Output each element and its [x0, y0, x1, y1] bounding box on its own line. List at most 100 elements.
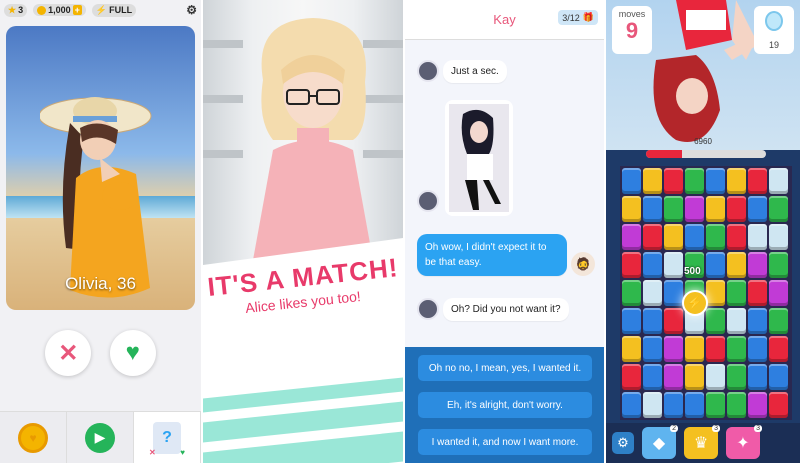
board-tile[interactable] [706, 168, 725, 194]
contact-avatar [417, 298, 439, 320]
reply-option-1[interactable]: Oh no no, I mean, yes, I wanted it. [418, 355, 592, 381]
board-tile[interactable] [622, 196, 641, 222]
board-tile[interactable] [706, 252, 725, 278]
board-tile[interactable] [769, 336, 788, 362]
board-tile[interactable] [748, 252, 767, 278]
reply-option-2[interactable]: Eh, it's alright, don't worry. [418, 392, 592, 418]
board-tile[interactable] [685, 364, 704, 390]
board-tile[interactable] [643, 252, 662, 278]
board-tile[interactable] [664, 168, 683, 194]
heart-icon: ♥ [125, 339, 140, 366]
booster-gold[interactable]: ♛ 3 [684, 425, 720, 459]
board-tile[interactable] [706, 224, 725, 250]
board-tile[interactable] [706, 308, 725, 334]
photo-message[interactable] [445, 100, 513, 216]
board-tile[interactable] [643, 196, 662, 222]
board-tile[interactable] [748, 364, 767, 390]
reject-button[interactable]: ✕ [45, 330, 92, 376]
profile-card[interactable]: Olivia, 36 [6, 26, 195, 310]
board-tile[interactable] [622, 364, 641, 390]
board-tile[interactable] [685, 224, 704, 250]
board-tile[interactable] [769, 308, 788, 334]
gear-icon[interactable]: ⚙ [186, 3, 197, 17]
board-tile[interactable] [706, 196, 725, 222]
board-tile[interactable] [769, 196, 788, 222]
board-tile[interactable] [748, 308, 767, 334]
game-board[interactable] [620, 166, 792, 420]
board-tile[interactable] [727, 168, 746, 194]
board-tile[interactable] [664, 308, 683, 334]
board-tile[interactable] [664, 252, 683, 278]
board-tile[interactable] [664, 336, 683, 362]
board-tile[interactable] [769, 252, 788, 278]
board-tile[interactable] [769, 280, 788, 306]
board-tile[interactable] [622, 280, 641, 306]
reply-options: Oh no no, I mean, yes, I wanted it. Eh, … [405, 347, 604, 463]
board-tile[interactable] [748, 280, 767, 306]
board-tile[interactable] [643, 280, 662, 306]
board-tile[interactable] [664, 364, 683, 390]
board-tile[interactable] [622, 224, 641, 250]
lightning-powerup-icon[interactable]: ⚡ [682, 290, 708, 316]
board-tile[interactable] [727, 364, 746, 390]
board-tile[interactable] [643, 224, 662, 250]
mystery-match-icon: ? ✕ ♥ [149, 421, 185, 457]
board-tile[interactable] [622, 392, 641, 418]
gear-icon[interactable]: ⚙ [612, 432, 634, 454]
board-tile[interactable] [643, 336, 662, 362]
board-tile[interactable] [622, 168, 641, 194]
board-tile[interactable] [706, 336, 725, 362]
board-tile[interactable] [769, 168, 788, 194]
board-tile[interactable] [643, 392, 662, 418]
board-tile[interactable] [622, 308, 641, 334]
booster-pink[interactable]: ✦ 3 [726, 425, 762, 459]
board-tile[interactable] [643, 308, 662, 334]
board-tile[interactable] [664, 280, 683, 306]
board-tile[interactable] [727, 280, 746, 306]
board-tile[interactable] [685, 168, 704, 194]
board-tile[interactable] [622, 252, 641, 278]
contact-avatar [417, 190, 439, 212]
star-icon: ★ [8, 4, 17, 15]
board-tile[interactable] [706, 364, 725, 390]
board-tile[interactable] [748, 336, 767, 362]
board-tile[interactable] [706, 280, 725, 306]
board-tile[interactable] [664, 196, 683, 222]
board-tile[interactable] [769, 392, 788, 418]
board-tile[interactable] [685, 336, 704, 362]
board-tile[interactable] [664, 392, 683, 418]
reply-option-3[interactable]: I wanted it, and now I want more. [418, 429, 592, 455]
coins-counter[interactable]: 1,000 + [33, 4, 86, 16]
board-tile[interactable] [727, 392, 746, 418]
add-coins-icon[interactable]: + [72, 5, 82, 15]
stars-counter: ★ 3 [4, 3, 28, 17]
board-tile[interactable] [748, 224, 767, 250]
board-tile[interactable] [685, 392, 704, 418]
board-tile[interactable] [643, 364, 662, 390]
board-tile[interactable] [727, 336, 746, 362]
board-tile[interactable] [685, 196, 704, 222]
booster-blue[interactable]: ◆ 2 [642, 425, 678, 459]
board-tile[interactable] [748, 168, 767, 194]
lightning-icon: ⚡ [95, 4, 108, 15]
nav-coins[interactable]: ♥ [0, 412, 67, 463]
board-tile[interactable] [769, 224, 788, 250]
board-tile[interactable] [706, 392, 725, 418]
board-tile[interactable] [643, 168, 662, 194]
board-tile[interactable] [727, 196, 746, 222]
gift-counter[interactable]: 3/12 🎁 [558, 10, 598, 25]
match-screen: IT'S A MATCH! Alice likes you too! [203, 0, 403, 463]
board-tile[interactable] [664, 224, 683, 250]
nav-play[interactable]: ▶ [67, 412, 134, 463]
currency-bar: ★ 3 1,000 + ⚡ FULL ⚙ [0, 0, 201, 20]
crown-icon: ♛ [693, 435, 709, 452]
board-tile[interactable] [727, 252, 746, 278]
board-tile[interactable] [769, 364, 788, 390]
board-tile[interactable] [748, 196, 767, 222]
board-tile[interactable] [727, 308, 746, 334]
nav-mystery[interactable]: ? ✕ ♥ [134, 412, 201, 463]
board-tile[interactable] [727, 224, 746, 250]
board-tile[interactable] [748, 392, 767, 418]
like-button[interactable]: ♥ [109, 330, 156, 376]
board-tile[interactable] [622, 336, 641, 362]
